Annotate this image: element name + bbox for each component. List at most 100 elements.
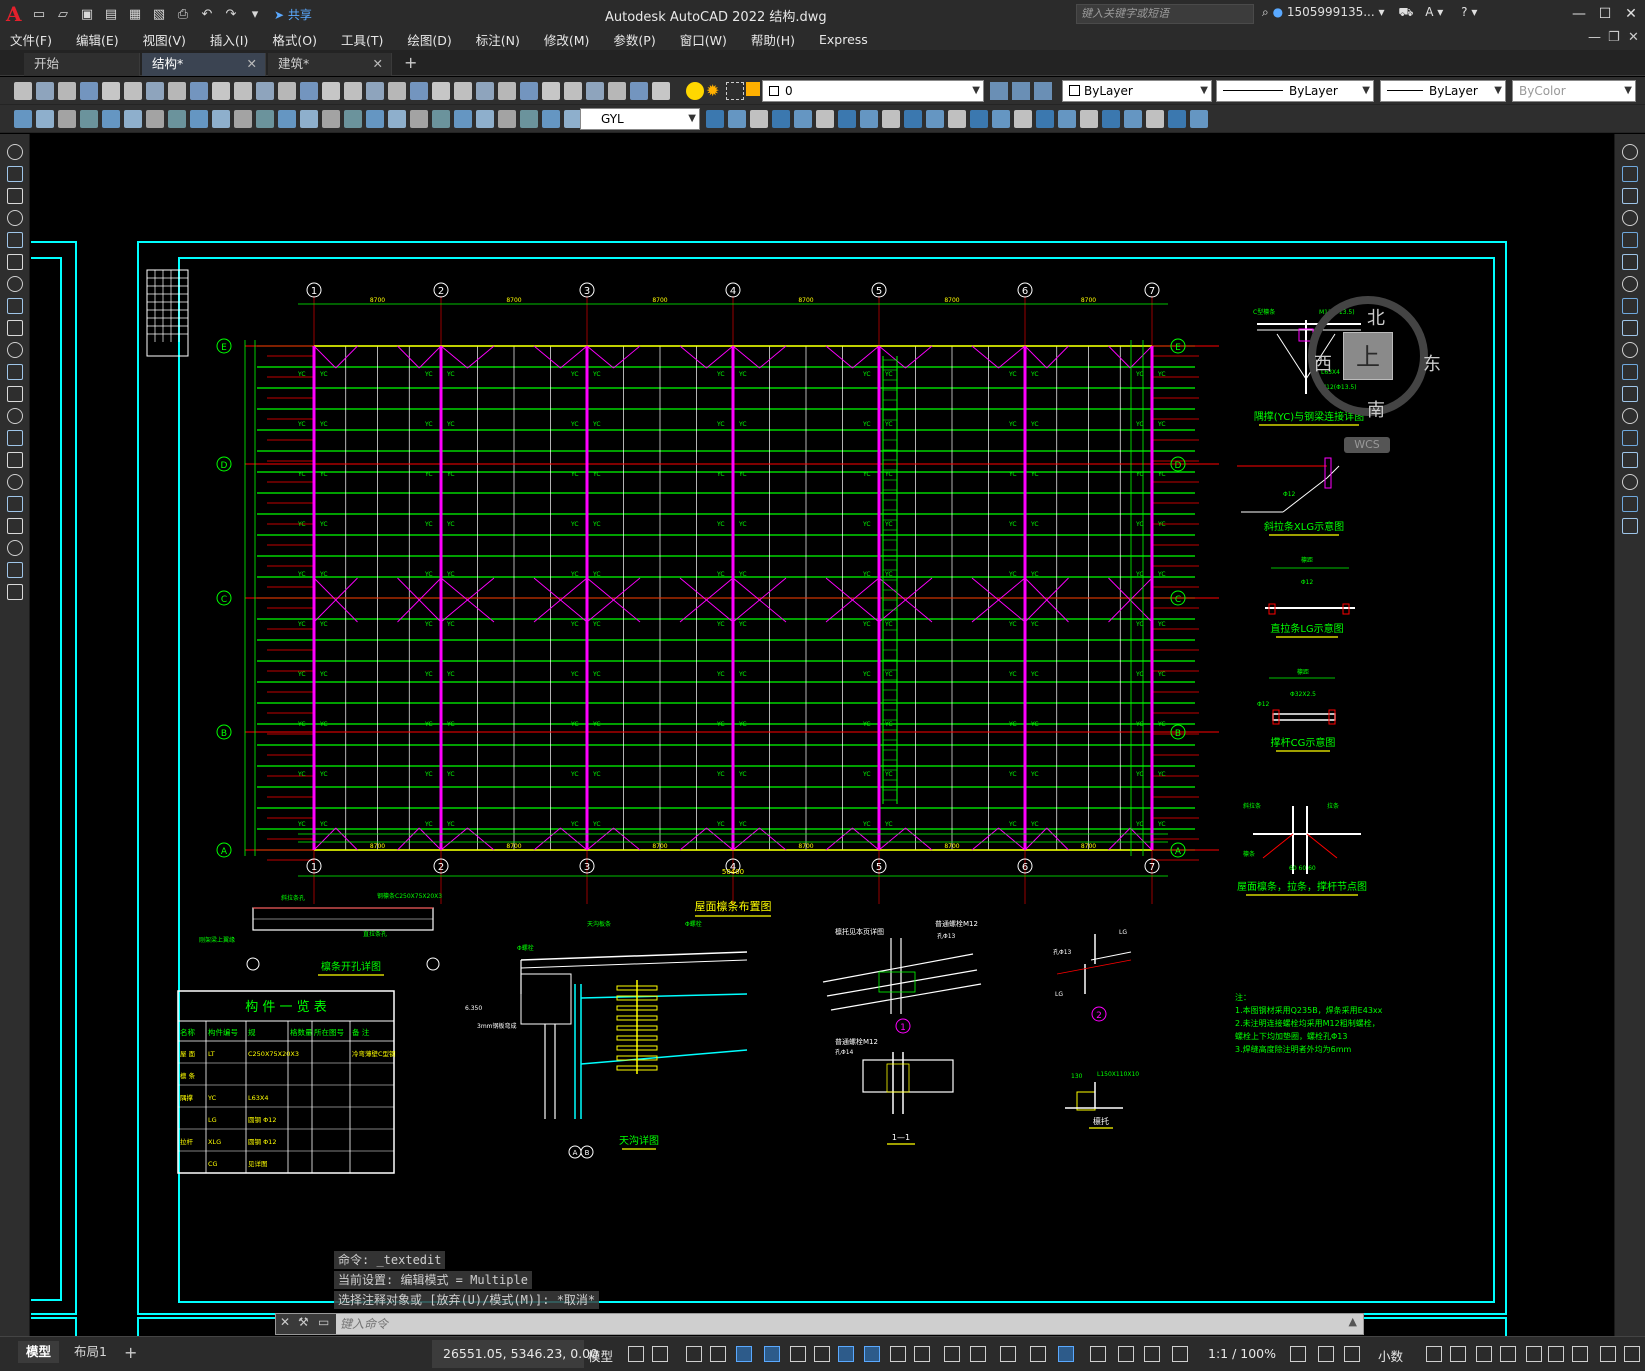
color-dropdown[interactable]: ByLayer ▼ — [1062, 80, 1212, 102]
ellipse-icon[interactable] — [7, 342, 23, 358]
linear-dim-icon[interactable] — [14, 110, 32, 128]
menu-format[interactable]: 格式(O) — [272, 30, 317, 49]
selection-filter-toggle-icon[interactable] — [1000, 1346, 1016, 1362]
scale-icon[interactable] — [1622, 298, 1638, 314]
viewcube-top-face[interactable]: 上 — [1343, 332, 1393, 380]
polygon-icon[interactable] — [7, 210, 23, 226]
explode-icon[interactable] — [1622, 518, 1638, 534]
user-account[interactable]: ⌕ ● 1505999135... ▾ ⛟ A ▾ ? ▾ — [1262, 5, 1477, 21]
menu-express[interactable]: Express — [819, 32, 868, 47]
tab-architecture[interactable]: 建筑* ✕ — [268, 53, 392, 76]
trim-icon[interactable] — [1622, 342, 1638, 358]
center-mark-icon[interactable] — [322, 110, 340, 128]
object-snap-toggle-icon[interactable] — [838, 1346, 854, 1362]
break-icon[interactable] — [1622, 408, 1638, 424]
close-icon[interactable]: ✕ — [280, 1315, 290, 1329]
close-button[interactable]: ✕ — [1618, 3, 1644, 25]
layer-previous-icon[interactable] — [1034, 82, 1052, 100]
new-icon[interactable] — [564, 82, 582, 100]
calculator-icon[interactable] — [498, 82, 516, 100]
transparency-toggle-icon[interactable] — [890, 1346, 906, 1362]
aligned-dim-icon[interactable] — [36, 110, 54, 128]
break-icon[interactable] — [278, 110, 296, 128]
menu-draw[interactable]: 绘图(D) — [407, 30, 451, 49]
chevron-up-icon[interactable]: ▲ — [1349, 1315, 1357, 1328]
snap-toggle-icon[interactable] — [1548, 1346, 1564, 1362]
ordinate-icon[interactable] — [542, 110, 560, 128]
layer-dropdown[interactable]: 0 ▼ — [762, 80, 984, 102]
redo-icon[interactable]: ↷ — [220, 3, 242, 25]
layer-viewport-icon[interactable] — [726, 82, 744, 100]
customize-toggle-icon[interactable] — [1500, 1346, 1516, 1362]
search-icon[interactable]: ⌕ — [1262, 5, 1269, 19]
layer-properties-icon[interactable] — [990, 82, 1008, 100]
menu-modify[interactable]: 修改(M) — [544, 30, 590, 49]
web-save-icon[interactable]: ▧ — [148, 3, 170, 25]
customize-qat-icon[interactable]: ▾ — [244, 3, 266, 25]
inspect-icon[interactable] — [344, 110, 362, 128]
angular-icon[interactable] — [168, 110, 186, 128]
multiline-text-icon[interactable] — [7, 540, 23, 556]
array-icon[interactable] — [860, 110, 878, 128]
viewcube-south[interactable]: 南 — [1367, 396, 1385, 422]
erase-icon[interactable] — [1036, 110, 1054, 128]
text-style-dropdown[interactable]: GYL ▼ — [580, 108, 700, 130]
save-as-icon[interactable]: ▤ — [100, 3, 122, 25]
table-icon[interactable] — [7, 518, 23, 534]
dynamic-input-toggle-icon[interactable] — [1600, 1346, 1616, 1362]
menu-edit[interactable]: 编辑(E) — [76, 30, 119, 49]
doc-close-button[interactable]: ✕ — [1628, 30, 1639, 45]
jogged-linear-icon[interactable] — [366, 110, 384, 128]
space-icon[interactable] — [256, 110, 274, 128]
scale-icon[interactable] — [794, 110, 812, 128]
polyline-icon[interactable] — [7, 188, 23, 204]
insert-icon[interactable] — [1124, 110, 1142, 128]
undo-icon[interactable] — [256, 82, 274, 100]
auto-scale-toggle-icon[interactable] — [1090, 1346, 1106, 1362]
hardware-accel-toggle-icon[interactable] — [1450, 1346, 1466, 1362]
isolate-toggle-icon[interactable] — [1426, 1346, 1442, 1362]
new-file-icon[interactable]: ▭ — [28, 3, 50, 25]
rotate-icon[interactable] — [772, 110, 790, 128]
add-layout-button[interactable]: + — [124, 1343, 137, 1362]
gradient-icon[interactable] — [7, 474, 23, 490]
infer-toggle-icon[interactable] — [686, 1346, 702, 1362]
units-toggle-icon[interactable] — [1290, 1346, 1306, 1362]
new-tab-button[interactable]: + — [404, 53, 417, 72]
fillet-icon[interactable] — [926, 110, 944, 128]
annotation-scale[interactable]: 1:1 / 100% — [1208, 1346, 1276, 1361]
sheet-set-icon[interactable] — [454, 82, 472, 100]
isodraft-toggle-icon[interactable] — [790, 1346, 806, 1362]
tab-structure[interactable]: 结构* ✕ — [142, 53, 266, 76]
copy-icon[interactable] — [728, 110, 746, 128]
new-icon[interactable] — [14, 82, 32, 100]
aligned-dim-icon[interactable] — [498, 110, 516, 128]
dim-text-edit-icon[interactable] — [410, 110, 428, 128]
move-icon[interactable] — [706, 110, 724, 128]
help-icon[interactable] — [520, 82, 538, 100]
pan-icon[interactable] — [300, 82, 318, 100]
layer-on-icon[interactable] — [686, 82, 704, 100]
dynamic-input-toggle-icon[interactable] — [710, 1346, 726, 1362]
viewcube-east[interactable]: 东 — [1423, 350, 1441, 376]
maximize-button[interactable]: ☐ — [1592, 3, 1618, 25]
dim-edit-icon[interactable] — [388, 110, 406, 128]
paste-icon[interactable] — [212, 82, 230, 100]
continue-icon[interactable] — [234, 110, 252, 128]
quick-dim-icon[interactable] — [190, 110, 208, 128]
annotation-scale-toggle-icon[interactable] — [1118, 1346, 1134, 1362]
redo-icon[interactable] — [278, 82, 296, 100]
trim-icon[interactable] — [882, 110, 900, 128]
revision-cloud-icon[interactable] — [7, 298, 23, 314]
command-input[interactable] — [340, 1315, 1340, 1333]
tool-palette-icon[interactable] — [432, 82, 450, 100]
chamfer-icon[interactable] — [948, 110, 966, 128]
tab-start[interactable]: 开始 — [24, 53, 140, 76]
insert-block-icon[interactable] — [7, 386, 23, 402]
move-icon[interactable] — [1190, 110, 1208, 128]
ungroup-icon[interactable] — [1080, 110, 1098, 128]
offset-icon[interactable] — [1622, 210, 1638, 226]
make-block-icon[interactable] — [7, 408, 23, 424]
chamfer-icon[interactable] — [1622, 452, 1638, 468]
menu-dimension[interactable]: 标注(N) — [476, 30, 520, 49]
